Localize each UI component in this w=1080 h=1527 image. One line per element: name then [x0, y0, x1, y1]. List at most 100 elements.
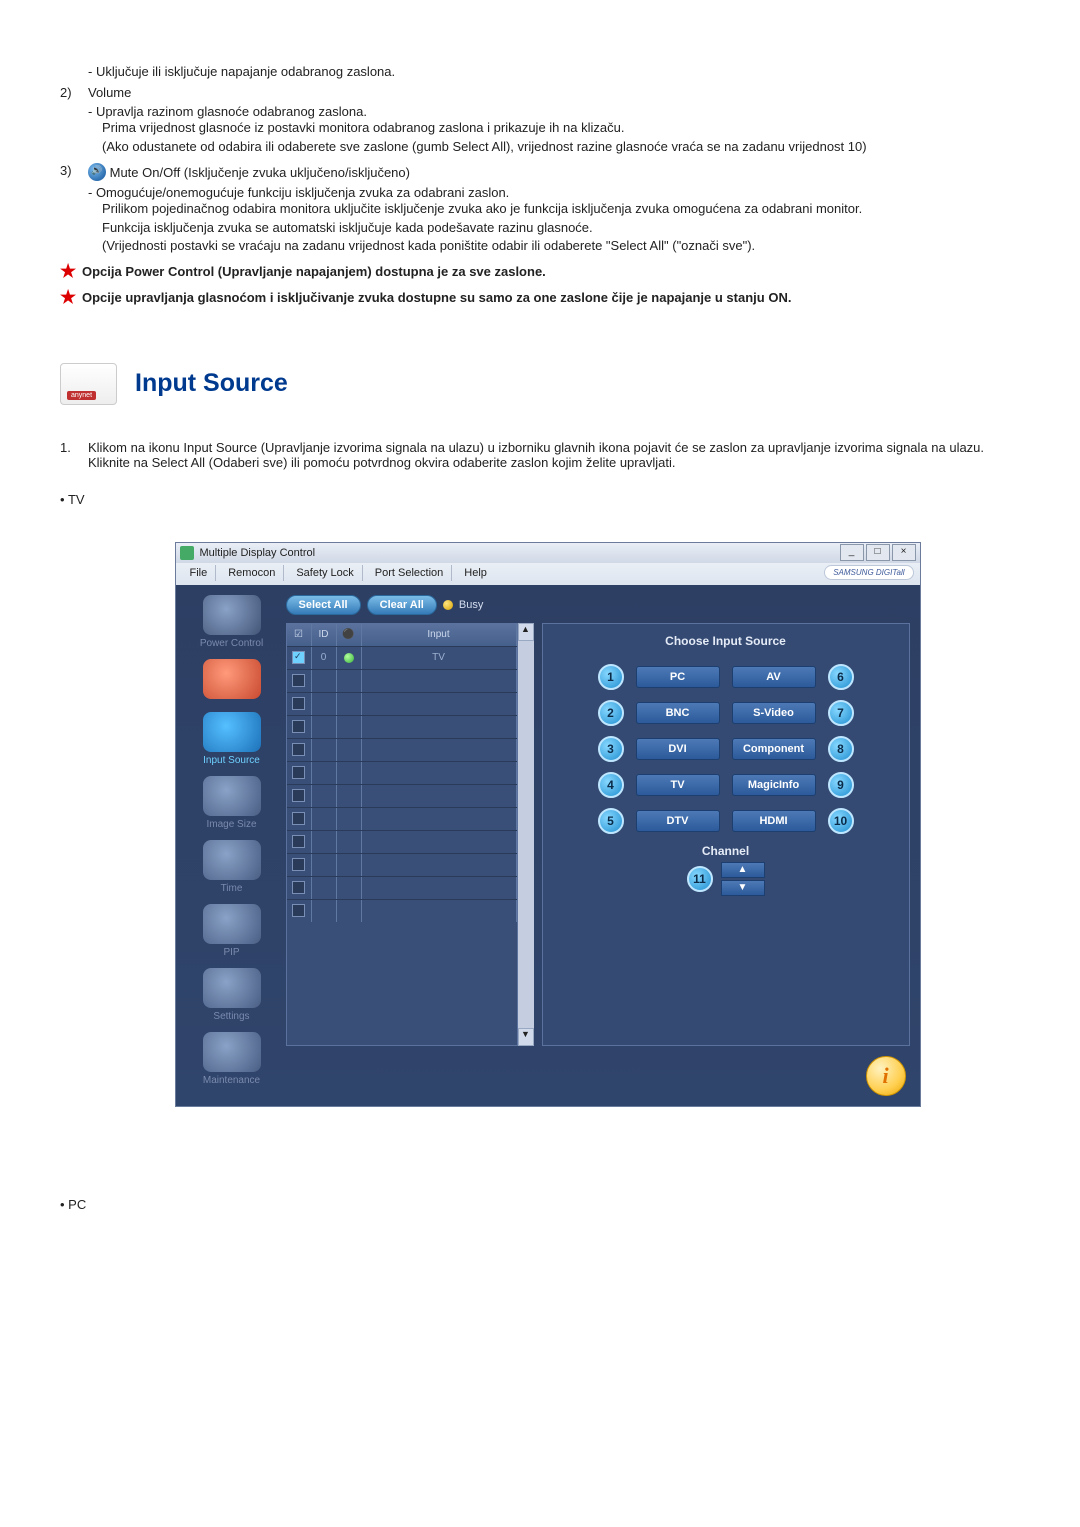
- grid-row[interactable]: [287, 715, 517, 738]
- grid-row[interactable]: [287, 761, 517, 784]
- app-title: Multiple Display Control: [200, 547, 316, 559]
- row-checkbox[interactable]: [292, 904, 305, 917]
- callout-1: 1: [598, 664, 624, 690]
- item-3: 3) Mute On/Off (Isključenje zvuka uključ…: [60, 163, 1035, 181]
- time-icon: [203, 840, 261, 880]
- row-checkbox[interactable]: [292, 881, 305, 894]
- item3-dash-text: - Omogućuje/onemogućuje funkciju isključ…: [88, 185, 509, 200]
- sidebar-item-anynet[interactable]: [186, 659, 278, 708]
- item3-body3: (Vrijednosti postavki se vraćaju na zada…: [60, 237, 1035, 256]
- callout-6: 6: [828, 664, 854, 690]
- titlebar: Multiple Display Control _ □ ×: [176, 543, 920, 563]
- clear-all-button[interactable]: Clear All: [367, 595, 437, 615]
- row-checkbox[interactable]: [292, 674, 305, 687]
- source-dvi-button[interactable]: DVI: [636, 738, 720, 760]
- item2-title: Volume: [88, 85, 1035, 100]
- scroll-up-button[interactable]: ▲: [518, 623, 534, 641]
- sidebar-label: Maintenance: [186, 1075, 278, 1086]
- busy-label: Busy: [459, 599, 483, 611]
- sidebar-item-input-source[interactable]: Input Source: [186, 712, 278, 772]
- row-checkbox[interactable]: [292, 858, 305, 871]
- grid-header: ☑ ID ⚫ Input: [287, 624, 517, 646]
- sidebar-item-power-control[interactable]: Power Control: [186, 595, 278, 655]
- channel-label: Channel: [555, 844, 897, 858]
- sidebar-label: Image Size: [186, 819, 278, 830]
- source-hdmi-button[interactable]: HDMI: [732, 810, 816, 832]
- menu-safety-lock[interactable]: Safety Lock: [288, 565, 362, 581]
- item1-dash: - Uključuje ili isključuje napajanje oda…: [60, 64, 1035, 79]
- item3-body2: Funkcija isključenja zvuka se automatski…: [60, 219, 1035, 238]
- monitor-grid: ☑ ID ⚫ Input 0 TV: [286, 623, 518, 1046]
- sidebar-item-time[interactable]: Time: [186, 840, 278, 900]
- grid-row[interactable]: [287, 830, 517, 853]
- ol1-text: Klikom na ikonu Input Source (Upravljanj…: [88, 440, 984, 455]
- section-banner-icon: anynet: [60, 363, 117, 405]
- menu-remocon[interactable]: Remocon: [220, 565, 284, 581]
- sidebar-item-pip[interactable]: PIP: [186, 904, 278, 964]
- power-icon: [203, 595, 261, 635]
- callout-10: 10: [828, 808, 854, 834]
- source-svideo-button[interactable]: S-Video: [732, 702, 816, 724]
- grid-row[interactable]: [287, 853, 517, 876]
- close-button[interactable]: ×: [892, 544, 916, 561]
- menu-file[interactable]: File: [182, 565, 217, 581]
- source-pc-button[interactable]: PC: [636, 666, 720, 688]
- menu-help[interactable]: Help: [456, 565, 495, 581]
- row-checkbox[interactable]: [292, 812, 305, 825]
- row-input: TV: [362, 647, 517, 669]
- grid-row[interactable]: [287, 899, 517, 922]
- star-icon: ★: [60, 262, 82, 282]
- input-source-icon: [203, 712, 261, 752]
- app-window: Multiple Display Control _ □ × File Remo…: [175, 542, 921, 1107]
- note-1: ★ Opcija Power Control (Upravljanje napa…: [60, 262, 1035, 282]
- menubar: File Remocon Safety Lock Port Selection …: [176, 563, 920, 585]
- source-bnc-button[interactable]: BNC: [636, 702, 720, 724]
- image-size-icon: [203, 776, 261, 816]
- sidebar-label: Settings: [186, 1011, 278, 1022]
- settings-icon: [203, 968, 261, 1008]
- row-checkbox[interactable]: [292, 766, 305, 779]
- row-checkbox[interactable]: [292, 835, 305, 848]
- sidebar-label: Input Source: [186, 755, 278, 766]
- window-controls: _ □ ×: [840, 544, 916, 561]
- grid-scrollbar[interactable]: ▲ ▼: [518, 623, 534, 1046]
- channel-up-button[interactable]: ▲: [721, 862, 765, 878]
- minimize-button[interactable]: _: [840, 544, 864, 561]
- row-checkbox[interactable]: [292, 651, 305, 664]
- col-input: Input: [362, 624, 517, 646]
- col-status: ⚫: [337, 624, 362, 646]
- source-dtv-button[interactable]: DTV: [636, 810, 720, 832]
- sidebar-item-image-size[interactable]: Image Size: [186, 776, 278, 836]
- source-av-button[interactable]: AV: [732, 666, 816, 688]
- grid-row[interactable]: [287, 876, 517, 899]
- menu-port-selection[interactable]: Port Selection: [367, 565, 452, 581]
- source-component-button[interactable]: Component: [732, 738, 816, 760]
- grid-row-0[interactable]: 0 TV: [287, 646, 517, 669]
- panel-title: Choose Input Source: [555, 634, 897, 648]
- source-tv-button[interactable]: TV: [636, 774, 720, 796]
- row-checkbox[interactable]: [292, 743, 305, 756]
- grid-row[interactable]: [287, 692, 517, 715]
- select-all-button[interactable]: Select All: [286, 595, 361, 615]
- maximize-button[interactable]: □: [866, 544, 890, 561]
- sidebar: Power Control Input Source Image Size Ti…: [186, 595, 278, 1096]
- col-id: ID: [312, 624, 337, 646]
- grid-row[interactable]: [287, 807, 517, 830]
- mute-icon: [88, 163, 106, 181]
- scroll-down-button[interactable]: ▼: [518, 1028, 534, 1046]
- channel-down-button[interactable]: ▼: [721, 880, 765, 896]
- sidebar-item-settings[interactable]: Settings: [186, 968, 278, 1028]
- busy-indicator: Busy: [443, 599, 483, 611]
- item2-body1: Prima vrijednost glasnoće iz postavki mo…: [60, 119, 1035, 138]
- choose-input-panel: Choose Input Source 1 PC AV 6 2 BNC S-Vi…: [542, 623, 910, 1046]
- grid-row[interactable]: [287, 669, 517, 692]
- info-icon[interactable]: i: [866, 1056, 906, 1096]
- row-checkbox[interactable]: [292, 697, 305, 710]
- row-checkbox[interactable]: [292, 720, 305, 733]
- item2-body2: (Ako odustanete od odabira ili odaberete…: [60, 138, 1035, 157]
- row-checkbox[interactable]: [292, 789, 305, 802]
- grid-row[interactable]: [287, 784, 517, 807]
- grid-row[interactable]: [287, 738, 517, 761]
- sidebar-item-maintenance[interactable]: Maintenance: [186, 1032, 278, 1092]
- source-magicinfo-button[interactable]: MagicInfo: [732, 774, 816, 796]
